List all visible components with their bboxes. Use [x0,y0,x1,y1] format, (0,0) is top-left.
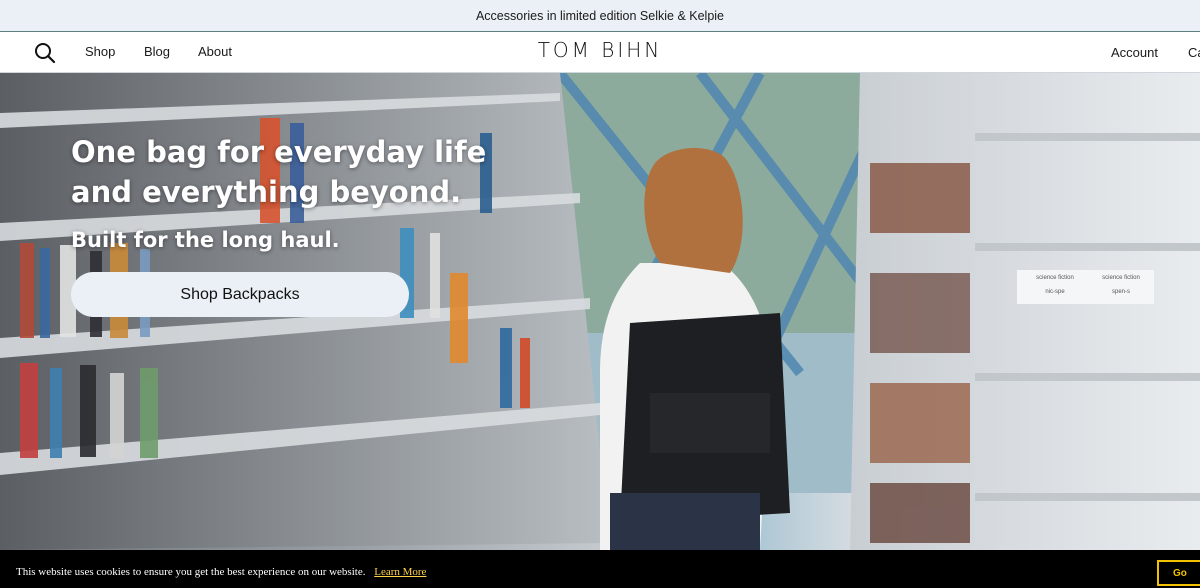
hero-heading-line1: One bag for everyday life [71,135,487,169]
shop-backpacks-button[interactable]: Shop Backpacks [71,272,409,317]
hero-heading: One bag for everyday life and everything… [71,132,491,212]
shelf-label-1-top: science fiction [1036,275,1074,281]
brand-logo-text: TOM BIHN [537,38,663,62]
account-link[interactable]: Account [1111,45,1158,60]
cookie-accept-button[interactable]: Go [1157,560,1200,586]
announcement-bar: Accessories in limited edition Selkie & … [0,0,1200,32]
brand-logo[interactable]: TOM BIHN [0,38,1200,62]
cart-link[interactable]: Ca [1188,45,1200,60]
learn-more-link[interactable]: Learn More [374,566,426,578]
cookie-message: This website uses cookies to ensure you … [16,566,426,578]
cookie-banner: This website uses cookies to ensure you … [0,550,1200,588]
shelf-label-2-bottom: spen-s [1111,289,1130,295]
site-header: Shop Blog About TOM BIHN Account Ca [0,32,1200,73]
hero-heading-line2: and everything beyond. [71,175,462,209]
announcement-text: Accessories in limited edition Selkie & … [475,8,725,23]
shelf-label-2: science fiction spen-s [1090,275,1152,295]
cookie-message-text: This website uses cookies to ensure you … [16,566,366,578]
shelf-label-1: science fiction nic-spe [1020,275,1090,295]
shelf-label-1-bottom: nic-spe [1045,289,1065,295]
hero-banner: One bag for everyday life and everything… [0,73,1200,550]
hero-subheading: Built for the long haul. [71,228,340,252]
shelf-label-2-top: science fiction [1102,275,1140,281]
